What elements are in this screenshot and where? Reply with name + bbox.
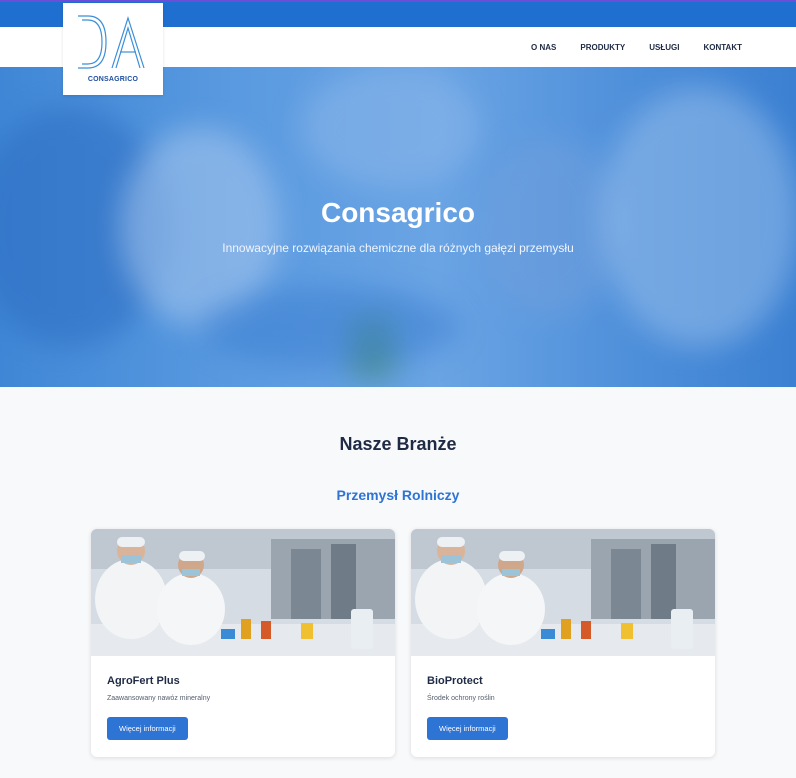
nav-link-contact[interactable]: KONTAKT [703,43,742,52]
logo-text: CONSAGRICO [87,76,139,83]
main-nav: O NAS PRODUKTY USŁUGI KONTAKT [531,27,742,67]
product-card: BioProtect Środek ochrony roślin Więcej … [411,529,715,757]
hero-title: Consagrico [320,197,476,228]
logo-mark-icon [78,15,145,69]
card-title: BioProtect [427,675,483,687]
hero-subtitle: Innowacyjne rozwiązania chemiczne dla ró… [222,241,574,255]
nav-link-about[interactable]: O NAS [531,43,556,52]
section-title: Nasze Branże [339,434,457,454]
card-title: AgroFert Plus [107,675,180,687]
lab-photo [91,529,395,656]
section-subtitle: Przemysł Rolniczy [336,487,460,503]
logo[interactable]: CONSAGRICO [63,3,163,95]
more-info-button[interactable]: Więcej informacji [107,717,188,740]
nav-link-products[interactable]: PRODUKTY [580,43,625,52]
card-description: Zaawansowany nawóz mineralny [107,695,211,702]
more-info-button[interactable]: Więcej informacji [427,717,508,740]
nav-link-services[interactable]: USŁUGI [649,43,679,52]
hero-banner: Consagrico Innowacyjne rozwiązania chemi… [0,67,796,387]
lab-photo [411,529,715,656]
card-description: Środek ochrony roślin [427,695,495,702]
product-card: AgroFert Plus Zaawansowany nawóz mineral… [91,529,395,757]
